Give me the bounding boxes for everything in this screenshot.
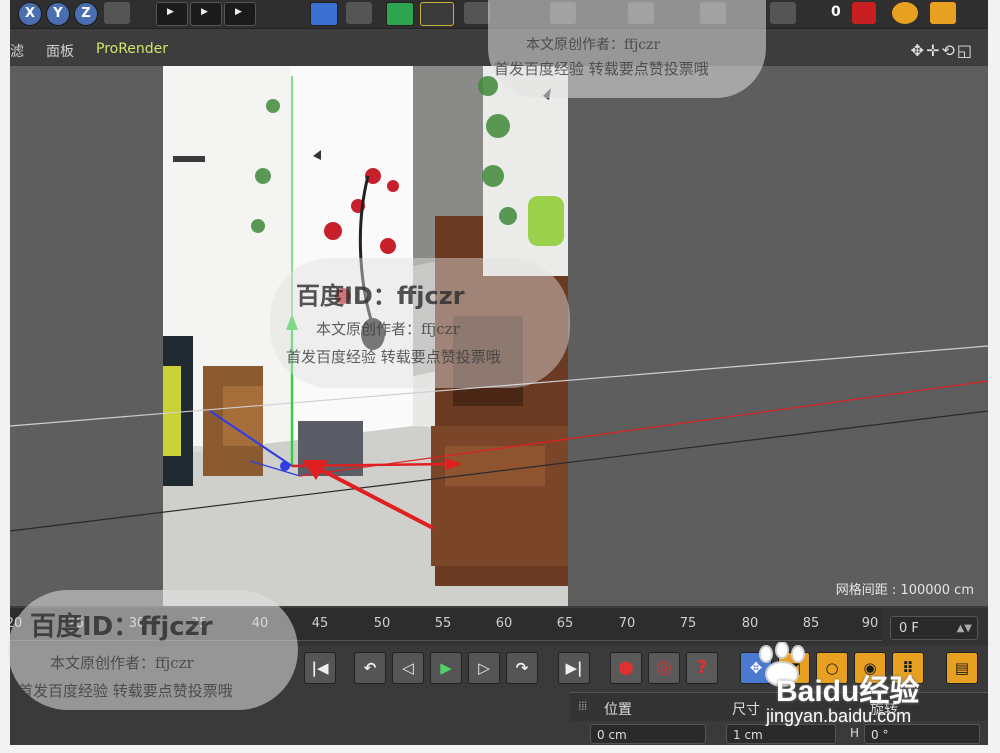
hammer-icon[interactable]	[930, 2, 956, 24]
cloner-button[interactable]	[420, 2, 454, 26]
coordinate-system-button[interactable]	[104, 2, 130, 24]
watermark-id-center: 百度ID：ffjczr	[296, 282, 465, 310]
watermark-promo-top: 首发百度经验 转载要点赞投票哦	[494, 60, 709, 78]
brand-name: Baidu经验	[776, 675, 920, 708]
y-axis-lock-button[interactable]: Y	[46, 2, 70, 26]
previous-key-button[interactable]: ↶	[354, 652, 386, 684]
go-to-start-button[interactable]: |◀	[304, 652, 336, 684]
refresh-icon[interactable]	[892, 2, 918, 24]
timeline-tick: 85	[802, 616, 820, 631]
timeline-tick: 70	[618, 616, 636, 631]
timeline-tick: 90	[861, 616, 879, 631]
timeline-tick: 80	[741, 616, 759, 631]
go-to-end-button[interactable]: ▶|	[558, 652, 590, 684]
watermark-id-bottom: 百度ID：ffjczr	[30, 612, 213, 642]
previous-frame-button[interactable]: ◁	[392, 652, 424, 684]
viewport-nav-icons[interactable]: ✥✛⟲◱	[911, 41, 974, 60]
next-frame-button[interactable]: ▷	[468, 652, 500, 684]
current-frame-field[interactable]: 0 F ▲▼	[890, 616, 978, 640]
z-axis-lock-button[interactable]: Z	[74, 2, 98, 26]
timeline-tick: 45	[311, 616, 329, 631]
deformer-button[interactable]	[464, 2, 490, 24]
x-axis-lock-button[interactable]: X	[18, 2, 42, 26]
timeline-tick: 65	[556, 616, 574, 631]
current-frame-value: 0 F	[899, 621, 919, 636]
menu-panel[interactable]: 面板	[46, 41, 74, 61]
render-picture-viewer-button[interactable]	[190, 2, 222, 26]
watermark-promo-center: 首发百度经验 转载要点赞投票哦	[286, 348, 501, 366]
menu-prorender[interactable]: ProRender	[96, 41, 168, 57]
timeline-tick: 55	[434, 616, 452, 631]
toolbar-counter: 0	[831, 4, 841, 20]
record-active-objects-button[interactable]: ●	[610, 652, 642, 684]
spline-pen-button[interactable]	[346, 2, 372, 24]
position-x-field[interactable]: 0 cm	[590, 724, 706, 744]
baidu-jingyan-logo: Baidu经验 jingyan.baidu.com	[750, 640, 980, 730]
next-key-button[interactable]: ↷	[506, 652, 538, 684]
watermark-promo-bottom: 首发百度经验 转载要点赞投票哦	[18, 682, 233, 700]
watermark-author-center: 本文原创作者：ffjczr	[316, 320, 460, 338]
keyframe-selection-button[interactable]: ?	[686, 652, 718, 684]
record-key-button[interactable]	[852, 2, 876, 24]
brand-url: jingyan.baidu.com	[766, 706, 912, 726]
workplane-button[interactable]	[770, 2, 796, 24]
spinner-icon[interactable]: ▲▼	[957, 617, 972, 641]
timeline-tick: 60	[495, 616, 513, 631]
cube-primitive-button[interactable]	[310, 2, 338, 26]
play-button[interactable]: ▶	[430, 652, 462, 684]
panel-grip-icon[interactable]: ⁞⁞⁞	[578, 699, 588, 713]
subdivision-surface-button[interactable]	[386, 2, 414, 26]
menu-filter[interactable]: 滤	[10, 41, 24, 61]
watermark-author-bottom: 本文原创作者：ffjczr	[50, 654, 194, 672]
timeline-tick: 50	[373, 616, 391, 631]
render-settings-button[interactable]	[224, 2, 256, 26]
position-header: 位置	[604, 702, 632, 718]
grid-spacing-label: 网格间距 : 100000 cm	[835, 583, 974, 598]
watermark-author-top: 本文原创作者：ffjczr	[526, 37, 661, 53]
timeline-tick: 75	[679, 616, 697, 631]
render-view-button[interactable]	[156, 2, 188, 26]
autokeying-button[interactable]: ◎	[648, 652, 680, 684]
